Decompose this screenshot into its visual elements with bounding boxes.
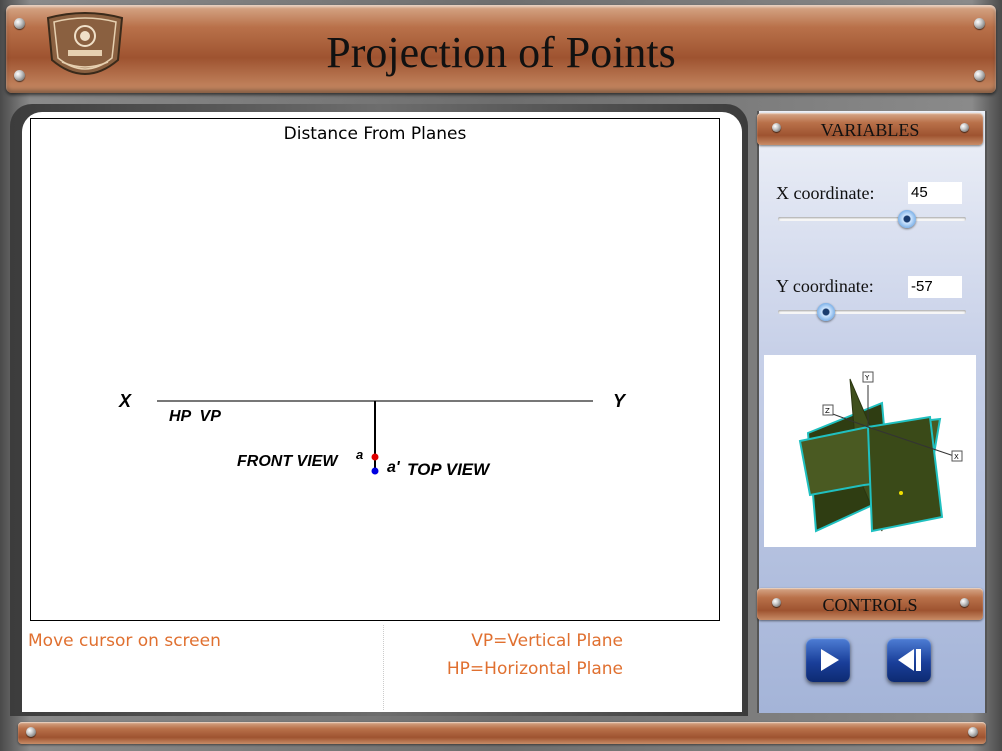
y-coordinate-label: Y coordinate: [776,276,874,296]
axis-x-label: X [954,453,959,461]
hp-vp-label: HP VP [169,408,221,425]
variables-heading: VARIABLES [820,120,920,140]
rivet-icon [968,727,978,737]
x-slider-track[interactable] [778,217,966,221]
point-a-prime-marker [371,467,379,475]
axis-y-label: Y [864,374,870,382]
controls-heading: CONTROLS [822,595,918,615]
reset-button[interactable] [887,638,931,682]
planes-3d-icon: Y Z X [798,371,963,533]
header-bar: Projection of Points [6,5,996,93]
y-coordinate-input[interactable]: -57 [908,276,962,298]
rivet-icon [772,598,781,607]
instruction-text: Move cursor on screen [28,631,221,651]
x-axis-label: X [118,391,132,411]
point-a-label: a [356,447,363,462]
rivet-icon [14,18,25,29]
y-axis-label: Y [613,391,627,411]
hp-legend: HP=Horizontal Plane [446,659,623,679]
vp-legend: VP=Vertical Plane [471,631,623,651]
x-slider-thumb[interactable] [898,210,916,228]
projection-canvas[interactable]: Distance From Planes X Y HP VP FRONT VIE… [30,118,720,621]
rivet-icon [960,123,969,132]
front-view-label: FRONT VIEW [237,453,339,470]
x-coordinate-label: X coordinate: [776,183,875,203]
controls-header: CONTROLS [757,588,983,620]
point-a-marker [371,453,379,461]
axis-z-label: Z [825,407,830,415]
variables-header: VARIABLES [757,113,983,145]
y-slider-track[interactable] [778,310,966,314]
rivet-icon [974,70,985,81]
x-coordinate-input[interactable]: 45 [908,182,962,204]
3d-planes-preview: Y Z X [764,355,976,547]
step-back-icon [898,649,921,671]
institute-logo [46,12,124,75]
top-view-label: TOP VIEW [407,460,491,479]
rivet-icon [960,598,969,607]
play-button[interactable] [806,638,850,682]
y-slider-thumb[interactable] [817,303,835,321]
rivet-icon [14,70,25,81]
rivet-icon [974,18,985,29]
point-a-prime-label: a' [387,459,401,476]
play-icon [821,649,839,671]
page-title: Projection of Points [326,28,676,77]
projection-drawing: X Y HP VP FRONT VIEW a a' TOP VIEW [118,391,627,479]
rivet-icon [772,123,781,132]
footer-bar [18,722,986,744]
rivet-icon [26,727,36,737]
